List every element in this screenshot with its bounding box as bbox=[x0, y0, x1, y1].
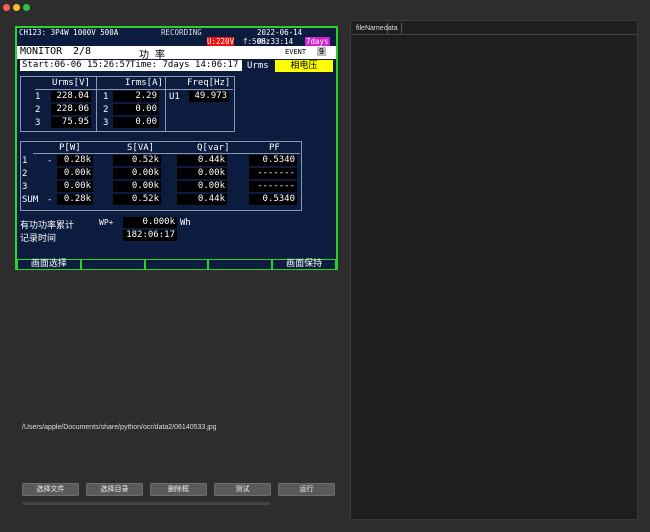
recording-label: RECORDING bbox=[161, 28, 202, 37]
days-badge: 7days bbox=[305, 37, 330, 46]
page-indicator: 2/8 bbox=[73, 46, 92, 57]
phase-voltage-label: 相电压 bbox=[275, 60, 333, 72]
power-row-label: 2 bbox=[22, 169, 28, 179]
start-text: Start:06-06 15:26:57 bbox=[22, 60, 131, 70]
p-value: 0.00k bbox=[57, 181, 93, 192]
status-left: CH123: 3P4W 1000V 500A bbox=[19, 28, 119, 37]
q-value: 0.44k bbox=[177, 194, 227, 205]
progress-bar bbox=[22, 502, 270, 505]
elapsed-time: Time: 7days 14:06:17 bbox=[130, 60, 239, 70]
irms-value: 0.00 bbox=[113, 104, 159, 115]
irms-value: 2.29 bbox=[113, 91, 159, 102]
delete-box-button[interactable]: 删除框 bbox=[150, 483, 207, 496]
irms-channel: 1 bbox=[103, 92, 109, 102]
select-file-button[interactable]: 选择文件 bbox=[22, 483, 79, 496]
freq-range: f:50Hz bbox=[243, 37, 271, 46]
power-row-label: 3 bbox=[22, 182, 28, 192]
s-value: 0.52k bbox=[113, 194, 161, 205]
device-range-row: U:220V f:50Hz 7days bbox=[17, 37, 336, 46]
wp-label: WP+ bbox=[99, 218, 114, 227]
device-status-row: CH123: 3P4W 1000V 500A RECORDING 2022-06… bbox=[17, 28, 336, 46]
softkey-bar: 画面选择 画面保持 bbox=[17, 259, 336, 270]
softkey-3 bbox=[144, 259, 209, 270]
freq-value: 49.973 bbox=[189, 91, 229, 102]
power-row-label: 1 bbox=[22, 156, 28, 166]
urms-channel: 3 bbox=[35, 118, 41, 128]
power-sign: - bbox=[47, 195, 53, 205]
softkey-screen-hold: 画面保持 bbox=[272, 259, 336, 270]
q-value: 0.00k bbox=[177, 168, 227, 179]
p-value: 0.28k bbox=[57, 194, 93, 205]
pf-value: ------- bbox=[249, 181, 297, 192]
event-label: EVENT bbox=[285, 48, 307, 56]
softkey-2 bbox=[80, 259, 145, 270]
urms-channel: 2 bbox=[35, 105, 41, 115]
power-sign: - bbox=[47, 156, 53, 166]
urms-label: Urms bbox=[247, 61, 269, 71]
monitor-label: MONITOR bbox=[20, 46, 63, 57]
urms-value: 75.95 bbox=[51, 117, 91, 128]
device-header: MONITOR 2/8 功 率 EVENT 9 bbox=[17, 46, 336, 61]
energy-label: 有功功率累计 bbox=[20, 221, 75, 231]
minimize-window-button[interactable] bbox=[13, 4, 20, 11]
p-value: 0.00k bbox=[57, 168, 93, 179]
p-value: 0.28k bbox=[57, 155, 93, 166]
irms-channel: 2 bbox=[103, 105, 109, 115]
s-value: 0.52k bbox=[113, 155, 161, 166]
device-screen-image: CH123: 3P4W 1000V 500A RECORDING 2022-06… bbox=[15, 26, 338, 270]
urms-channel: 1 bbox=[35, 92, 41, 102]
record-time-label: 记录时间 bbox=[20, 234, 57, 244]
urms-header: Urms[V] bbox=[52, 78, 90, 88]
test-button[interactable]: 测试 bbox=[214, 483, 271, 496]
start-time-bar: Start:06-06 15:26:57 Time: 7days 14:06:1… bbox=[20, 60, 242, 71]
energy-value: 0.000k bbox=[123, 217, 177, 228]
result-panel[interactable]: fileName data bbox=[350, 20, 638, 520]
pf-value: ------- bbox=[249, 168, 297, 179]
energy-unit: Wh bbox=[180, 218, 191, 228]
power-header: PF bbox=[269, 143, 280, 153]
s-value: 0.00k bbox=[113, 168, 161, 179]
irms-header: Irms[A] bbox=[125, 78, 163, 88]
screen-title: 功 率 bbox=[139, 50, 166, 61]
softkey-screen-select: 画面选择 bbox=[17, 259, 81, 270]
select-directory-button[interactable]: 选择目录 bbox=[86, 483, 143, 496]
tab-data[interactable]: data bbox=[381, 23, 402, 34]
pf-value: 0.5340 bbox=[249, 155, 297, 166]
power-header: S[VA] bbox=[127, 143, 155, 153]
close-window-button[interactable] bbox=[3, 4, 10, 11]
q-value: 0.44k bbox=[177, 155, 227, 166]
u-range: U:220V bbox=[207, 37, 235, 46]
freq-channel: U1 bbox=[169, 92, 180, 102]
q-value: 0.00k bbox=[177, 181, 227, 192]
freq-header: Freq[Hz] bbox=[187, 78, 231, 88]
urms-value: 228.04 bbox=[51, 91, 91, 102]
maximize-window-button[interactable] bbox=[23, 4, 30, 11]
pf-value: 0.5340 bbox=[249, 194, 297, 205]
s-value: 0.00k bbox=[113, 181, 161, 192]
power-header: Q[var] bbox=[197, 143, 230, 153]
run-button[interactable]: 运行 bbox=[278, 483, 335, 496]
power-header: P[W] bbox=[59, 143, 81, 153]
file-path-label: /Users/apple/Documents/share/python/ocr/… bbox=[22, 424, 217, 431]
softkey-4 bbox=[208, 259, 273, 270]
irms-value: 0.00 bbox=[113, 117, 159, 128]
irms-channel: 3 bbox=[103, 118, 109, 128]
record-time-value: 182:06:17 bbox=[123, 230, 177, 241]
urms-value: 228.06 bbox=[51, 104, 91, 115]
power-row-label: SUM bbox=[22, 195, 39, 205]
event-count: 9 bbox=[317, 47, 326, 56]
